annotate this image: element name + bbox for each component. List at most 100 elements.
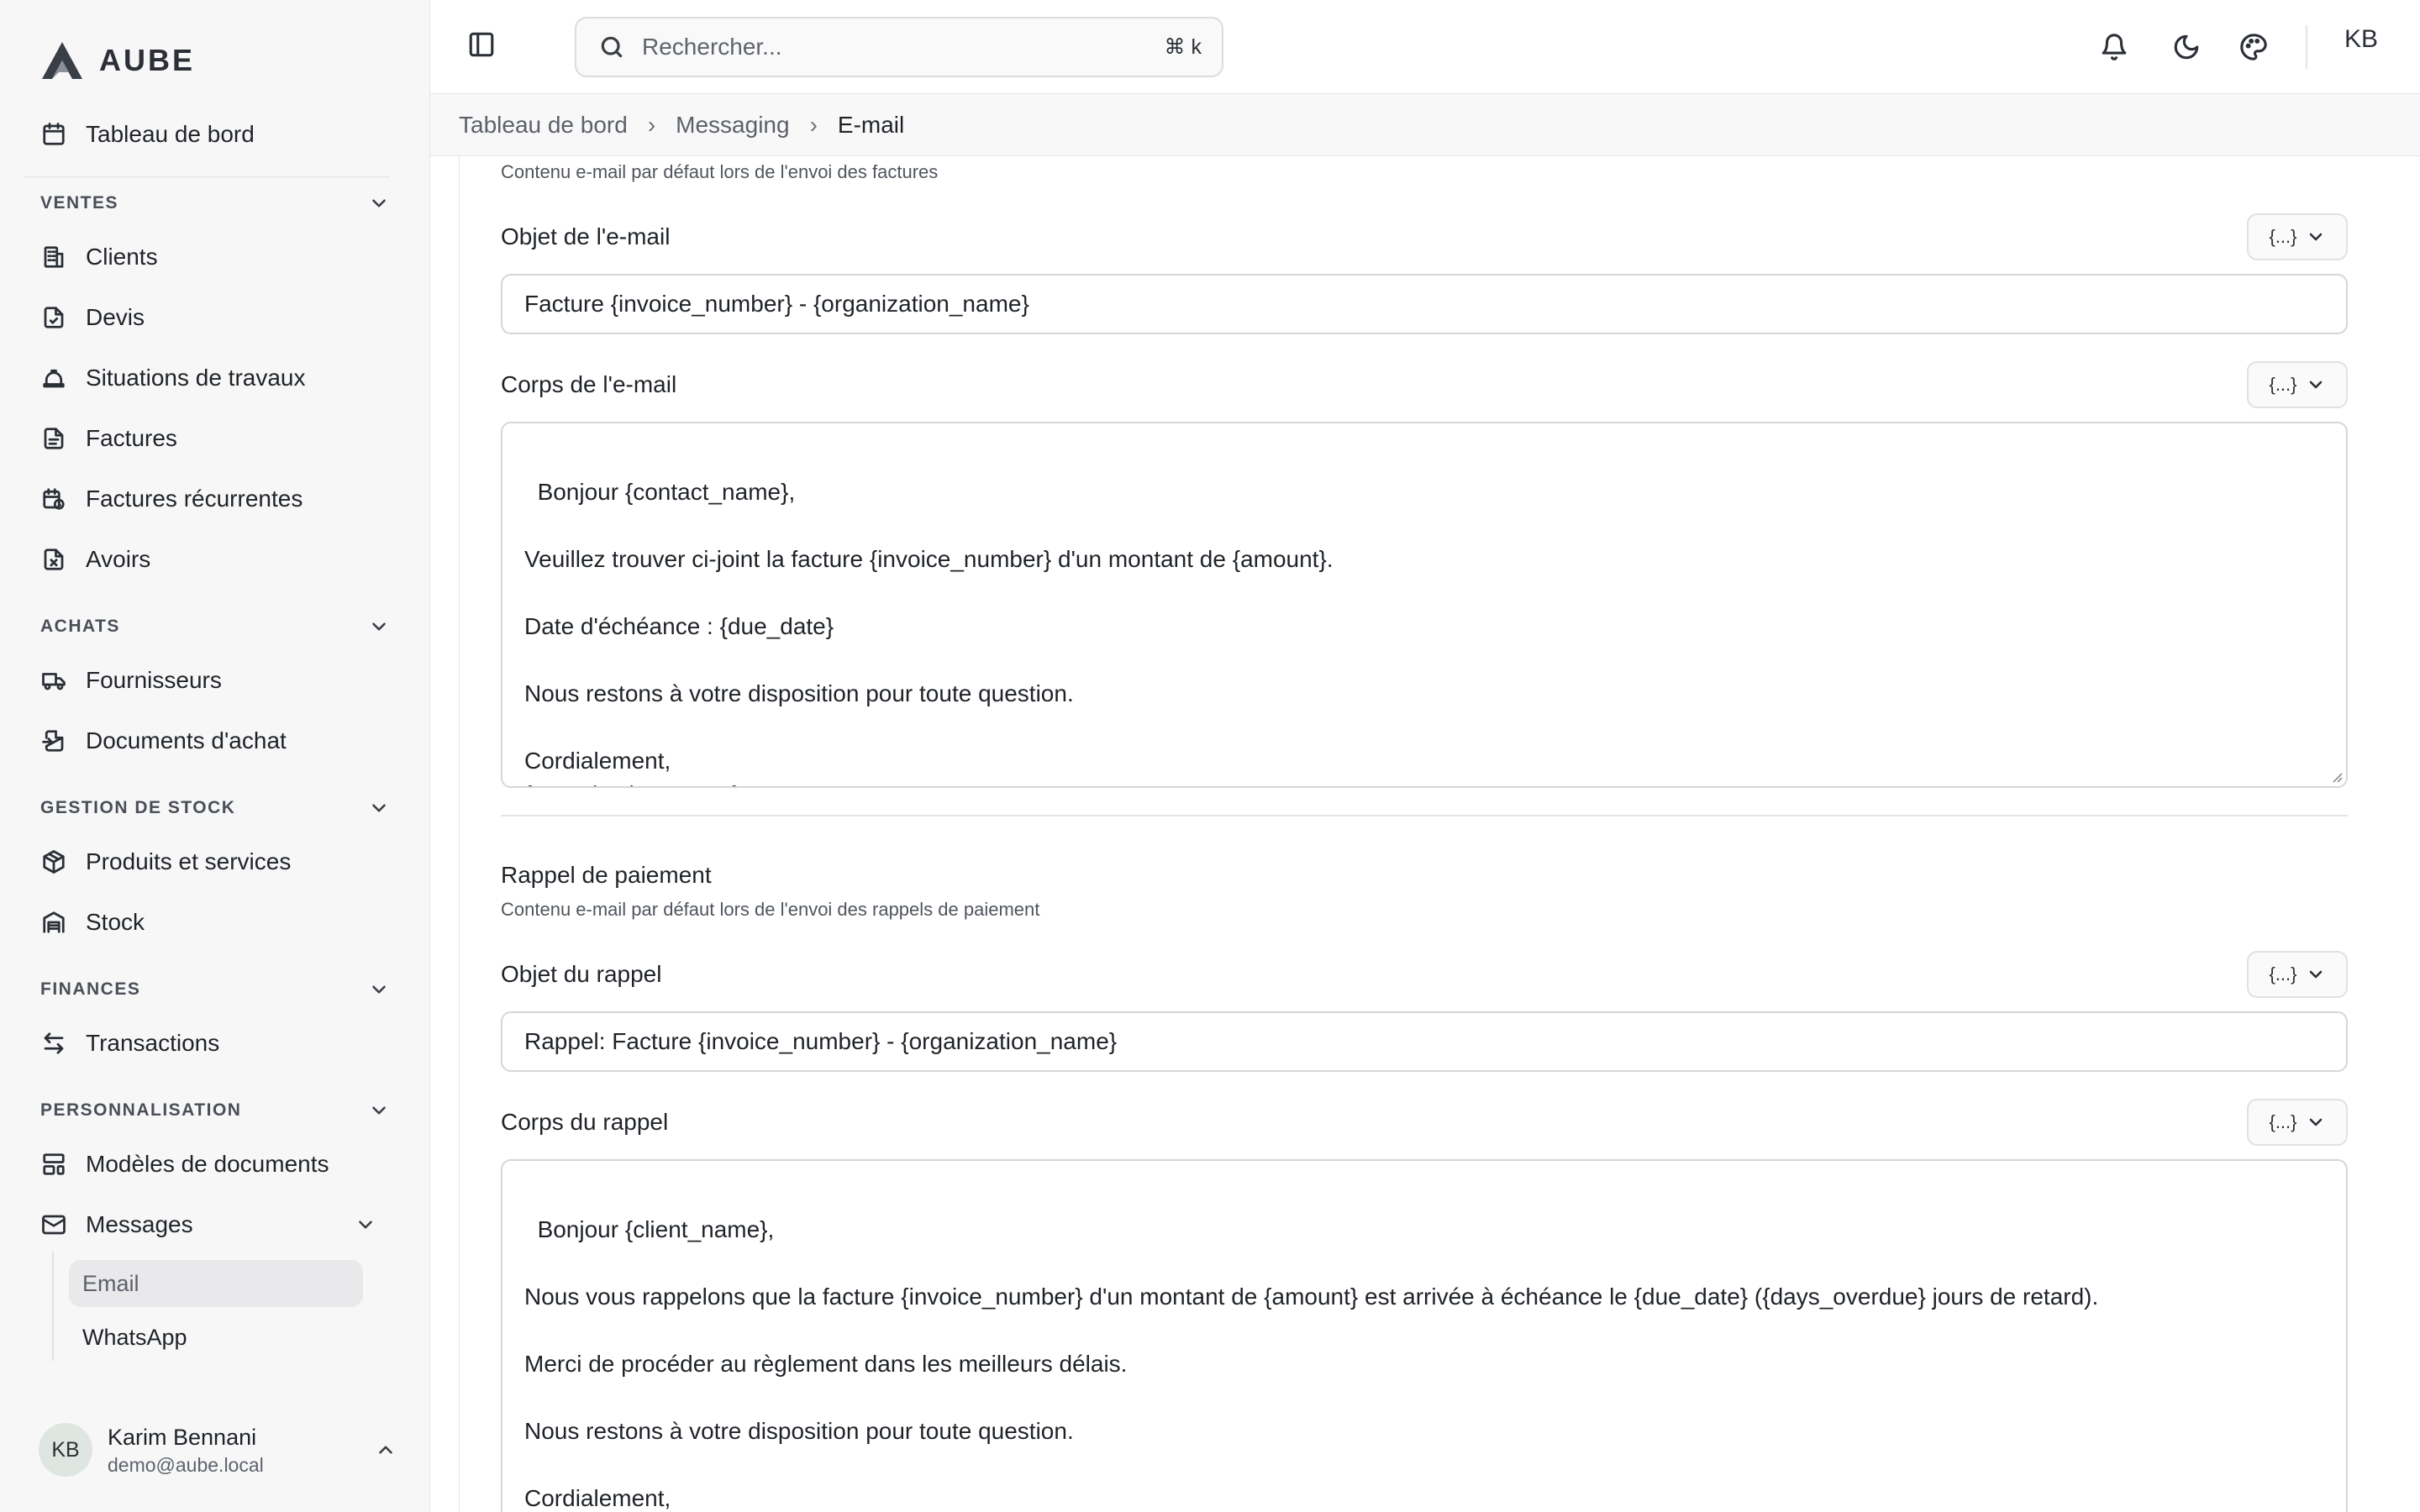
variable-button-label: {...} — [2269, 226, 2297, 247]
breadcrumb: Tableau de bord › Messaging › E-mail — [430, 94, 2420, 156]
sidebar-subitem-label: WhatsApp — [82, 1324, 187, 1350]
building-icon — [40, 244, 67, 270]
sidebar-item-documents-achat[interactable]: Documents d'achat — [24, 716, 390, 766]
insert-variable-button[interactable]: {...} — [2247, 361, 2348, 408]
section-label: PERSONNALISATION — [40, 1100, 242, 1120]
sidebar-item-label: Fournisseurs — [86, 667, 222, 693]
sidebar-item-label: Stock — [86, 909, 145, 935]
insert-variable-button[interactable]: {...} — [2247, 951, 2348, 998]
notifications-button[interactable] — [2096, 29, 2133, 66]
chevron-down-icon — [355, 1214, 376, 1242]
sidebar-item-factures-recurrentes[interactable]: Factures récurrentes — [24, 474, 390, 524]
breadcrumb-item-messaging[interactable]: Messaging — [676, 112, 789, 139]
reminder-subject-input[interactable]: Rappel: Facture {invoice_number} - {orga… — [501, 1011, 2348, 1072]
sidebar-item-modeles[interactable]: Modèles de documents — [24, 1139, 390, 1189]
chevron-down-icon — [372, 622, 386, 631]
user-email: demo@aube.local — [108, 1454, 264, 1476]
chevron-down-icon — [372, 804, 386, 812]
sidebar-item-label: Transactions — [86, 1030, 220, 1056]
topbar-avatar[interactable]: KB — [2344, 25, 2378, 54]
reminder-section-title: Rappel de paiement — [501, 862, 712, 888]
breadcrumb-item-dashboard[interactable]: Tableau de bord — [459, 112, 628, 139]
invoice-body-textarea[interactable]: Bonjour {contact_name}, Veuillez trouver… — [501, 422, 2348, 788]
chevron-down-icon — [2309, 970, 2322, 979]
arrow-left-right-icon — [40, 1030, 67, 1057]
chevron-down-icon — [372, 1106, 386, 1115]
chevron-right-icon: › — [647, 111, 656, 138]
file-x-icon — [40, 546, 67, 573]
sidebar-item-stock[interactable]: Stock — [24, 897, 390, 948]
palette-icon — [2240, 34, 2267, 60]
section-finances[interactable]: FINANCES — [40, 973, 390, 1006]
truck-icon — [40, 667, 67, 694]
sidebar-item-transactions[interactable]: Transactions — [24, 1018, 390, 1068]
sidebar-item-clients[interactable]: Clients — [24, 232, 390, 282]
sidebar-item-avoirs[interactable]: Avoirs — [24, 534, 390, 585]
search-icon — [601, 36, 623, 58]
chevron-down-icon — [372, 199, 386, 207]
sidebar-item-label: Messages — [86, 1211, 193, 1237]
sidebar-subitem-label: Email — [82, 1270, 139, 1296]
variable-button-label: {...} — [2269, 963, 2297, 984]
sidebar-item-devis[interactable]: Devis — [24, 292, 390, 343]
chevron-down-icon — [2309, 233, 2322, 241]
reminder-body-text: Bonjour {client_name}, Nous vous rappelo… — [524, 1216, 2099, 1511]
invoice-body-label: Corps de l'e-mail — [501, 371, 677, 397]
invoice-subject-input[interactable]: Facture {invoice_number} - {organization… — [501, 274, 2348, 334]
chevron-up-icon — [375, 1439, 397, 1465]
section-ventes[interactable]: VENTES — [40, 186, 390, 220]
avatar: KB — [39, 1423, 92, 1477]
dashboard-icon — [40, 121, 67, 148]
sidebar-item-label: Tableau de bord — [86, 121, 255, 147]
search-input[interactable]: Rechercher... ⌘ k — [575, 17, 1223, 77]
sidebar-subitem-email[interactable]: Email — [69, 1260, 363, 1307]
sidebar-item-label: Modèles de documents — [86, 1151, 329, 1177]
sidebar-divider — [24, 176, 390, 177]
reminder-body-textarea[interactable]: Bonjour {client_name}, Nous vous rappelo… — [501, 1159, 2348, 1512]
variable-button-label: {...} — [2269, 1111, 2297, 1132]
sidebar-item-label: Clients — [86, 244, 158, 270]
sidebar-item-produits[interactable]: Produits et services — [24, 837, 390, 887]
sidebar-item-label: Factures — [86, 425, 177, 451]
insert-variable-button[interactable]: {...} — [2247, 1099, 2348, 1146]
app-logo[interactable]: AUBE — [39, 35, 195, 86]
sidebar-item-dashboard[interactable]: Tableau de bord — [24, 109, 390, 160]
palette-button[interactable] — [2235, 29, 2272, 66]
chevron-right-icon: › — [809, 111, 818, 138]
reminder-body-label: Corps du rappel — [501, 1109, 669, 1135]
reminder-section-description: Contenu e-mail par défaut lors de l'envo… — [501, 899, 1040, 920]
moon-icon — [2174, 34, 2199, 60]
user-info: Karim Bennani demo@aube.local — [108, 1422, 264, 1478]
section-gestion-stock[interactable]: GESTION DE STOCK — [40, 791, 390, 825]
calendar-clock-icon — [40, 486, 67, 512]
section-personnalisation[interactable]: PERSONNALISATION — [40, 1094, 390, 1127]
sidebar-toggle-button[interactable] — [467, 30, 501, 64]
theme-toggle-button[interactable] — [2168, 29, 2205, 66]
chevron-down-icon — [2309, 1118, 2322, 1126]
variable-button-label: {...} — [2269, 374, 2297, 395]
sidebar-item-label: Devis — [86, 304, 145, 330]
sidebar-subitem-whatsapp[interactable]: WhatsApp — [69, 1314, 363, 1361]
sidebar: AUBE Tableau de bord VENTES Clients Devi… — [0, 0, 430, 1512]
topbar: Rechercher... ⌘ k KB — [430, 0, 2420, 94]
section-divider — [501, 815, 2348, 816]
insert-variable-button[interactable]: {...} — [2247, 213, 2348, 260]
sidebar-item-fournisseurs[interactable]: Fournisseurs — [24, 655, 390, 706]
user-menu[interactable]: KB Karim Bennani demo@aube.local — [39, 1420, 397, 1480]
section-achats[interactable]: ACHATS — [40, 610, 390, 643]
hard-hat-icon — [40, 365, 67, 391]
messages-submenu-line — [52, 1252, 54, 1361]
search-placeholder: Rechercher... — [642, 34, 782, 60]
package-icon — [40, 848, 67, 875]
sidebar-item-messages[interactable]: Messages — [24, 1200, 390, 1250]
invoice-subject-label: Objet de l'e-mail — [501, 223, 671, 249]
chevron-down-icon — [372, 985, 386, 994]
sidebar-item-label: Documents d'achat — [86, 727, 287, 753]
section-label: ACHATS — [40, 617, 120, 636]
resize-handle-icon[interactable] — [2328, 768, 2343, 783]
user-name: Karim Bennani — [108, 1425, 257, 1450]
sidebar-item-label: Produits et services — [86, 848, 292, 874]
sidebar-item-factures[interactable]: Factures — [24, 413, 390, 464]
breadcrumb-item-current: E-mail — [837, 111, 905, 138]
sidebar-item-situations[interactable]: Situations de travaux — [24, 353, 390, 403]
